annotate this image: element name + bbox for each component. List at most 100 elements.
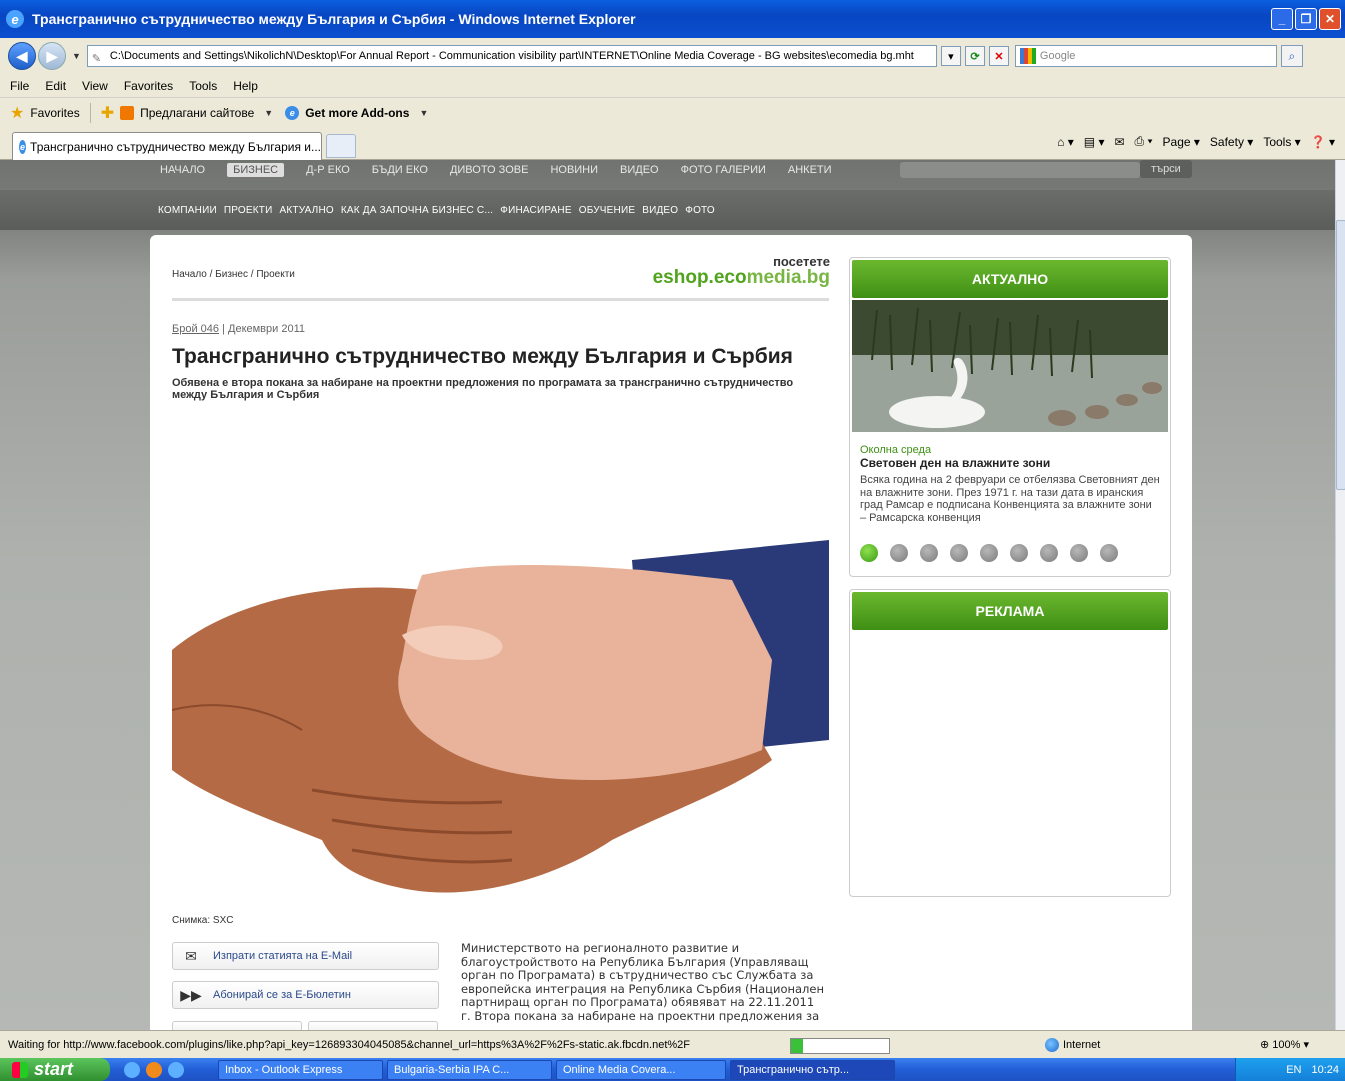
web-viewport: НАЧАЛО БИЗНЕС Д-Р ЕКО БЪДИ ЕКО ДИВОТО ЗО…: [0, 160, 1335, 1030]
menu-file[interactable]: File: [10, 79, 29, 93]
favorites-star-icon: ★: [10, 105, 25, 122]
print-icon[interactable]: ⎙ ▾: [1135, 134, 1153, 149]
slider-dot[interactable]: [950, 544, 968, 562]
slider-dot[interactable]: [1070, 544, 1088, 562]
envelope-icon: ✉: [185, 947, 197, 964]
safety-menu[interactable]: Safety ▾: [1210, 135, 1253, 149]
menu-tools[interactable]: Tools: [189, 79, 217, 93]
forward-button[interactable]: ▶: [38, 42, 66, 70]
subnav-start-business[interactable]: КАК ДА ЗАПОЧНА БИЗНЕС С...: [341, 205, 493, 216]
slider-dot[interactable]: [980, 544, 998, 562]
nav-business[interactable]: БИЗНЕС: [227, 163, 285, 177]
subnav-training[interactable]: ОБУЧЕНИЕ: [579, 205, 635, 216]
issue-link[interactable]: Брой 046: [172, 323, 219, 335]
slider-dot[interactable]: [1040, 544, 1058, 562]
address-input[interactable]: ✎ C:\Documents and Settings\NikolichN\De…: [86, 45, 937, 67]
favorites-bar: ★ Favorites ✚ Предлагани сайтове ▼ e Get…: [0, 98, 1345, 128]
start-button[interactable]: start: [0, 1058, 110, 1081]
address-dropdown-button[interactable]: ▾: [940, 46, 961, 66]
subnav-financing[interactable]: ФИНАСИРАНЕ: [500, 205, 571, 216]
quick-launch: [124, 1061, 214, 1078]
get-addons-link[interactable]: Get more Add-ons: [305, 106, 409, 120]
aktualno-category[interactable]: Околна среда: [860, 444, 1160, 456]
nav-polls[interactable]: АНКЕТИ: [788, 164, 832, 176]
menu-edit[interactable]: Edit: [45, 79, 66, 93]
subnav-video[interactable]: ВИДЕО: [642, 205, 678, 216]
stop-button[interactable]: ✕: [988, 46, 1009, 66]
help-icon[interactable]: ❓ ▾: [1311, 135, 1335, 149]
nav-photo-gallery[interactable]: ФОТО ГАЛЕРИИ: [681, 164, 766, 176]
nav-wild[interactable]: ДИВОТО ЗОВЕ: [450, 164, 528, 176]
share-button-1[interactable]: [172, 1021, 302, 1030]
subscribe-button[interactable]: ▶▶ Абонирай се за Е-Бюлетин: [172, 981, 439, 1009]
menu-view[interactable]: View: [82, 79, 108, 93]
task-outlook[interactable]: Inbox - Outlook Express: [218, 1059, 383, 1080]
chevron-down-icon[interactable]: ▼: [419, 108, 428, 118]
suggested-sites-link[interactable]: Предлагани сайтове: [140, 106, 254, 120]
chevron-down-icon[interactable]: ▼: [264, 108, 273, 118]
nav-home[interactable]: НАЧАЛО: [160, 164, 205, 176]
email-article-button[interactable]: ✉ Изпрати статията на E-Mail: [172, 942, 439, 970]
slider-dot[interactable]: [860, 544, 878, 562]
mail-icon[interactable]: ✉: [1114, 135, 1124, 149]
nav-news[interactable]: НОВИНИ: [550, 164, 598, 176]
task-chrome[interactable]: Bulgaria-Serbia IPA C...: [387, 1059, 552, 1080]
subnav-photo[interactable]: ФОТО: [685, 205, 715, 216]
ie-quicklaunch-icon[interactable]: [124, 1061, 140, 1078]
nav-dr-eco[interactable]: Д-Р ЕКО: [306, 164, 350, 176]
home-icon[interactable]: ⌂ ▾: [1057, 135, 1074, 149]
language-indicator[interactable]: EN: [1286, 1064, 1301, 1076]
start-label: start: [34, 1059, 74, 1079]
task-folder[interactable]: Online Media Covera...: [556, 1059, 726, 1080]
refresh-button[interactable]: ⟳: [964, 46, 985, 66]
google-icon: [1019, 48, 1036, 64]
nav-video[interactable]: ВИДЕО: [620, 164, 659, 176]
subnav-current[interactable]: АКТУАЛНО: [280, 205, 334, 216]
favorites-button[interactable]: Favorites: [30, 106, 79, 120]
slider-dot[interactable]: [1010, 544, 1028, 562]
ie-quicklaunch-icon-2[interactable]: [168, 1061, 184, 1078]
subnav-projects[interactable]: ПРОЕКТИ: [224, 205, 273, 216]
slider-dot[interactable]: [1100, 544, 1118, 562]
slider-dot[interactable]: [920, 544, 938, 562]
site-search-button[interactable]: търси: [1140, 160, 1192, 178]
eshop-banner[interactable]: посетете eshop.ecomedia.bg: [650, 255, 830, 288]
tools-menu[interactable]: Tools ▾: [1263, 135, 1300, 149]
page-menu[interactable]: Page ▾: [1163, 135, 1200, 149]
new-tab-button[interactable]: [326, 134, 356, 158]
scrollbar-thumb[interactable]: [1336, 220, 1345, 490]
vertical-scrollbar[interactable]: [1335, 160, 1345, 1030]
subnav-companies[interactable]: КОМПАНИИ: [158, 205, 217, 216]
back-button[interactable]: ◀: [8, 42, 36, 70]
search-placeholder: Google: [1039, 50, 1076, 62]
share-button-2[interactable]: [308, 1021, 438, 1030]
close-button[interactable]: ✕: [1319, 8, 1341, 30]
zoom-control[interactable]: ⊕ 100% ▾: [1260, 1038, 1309, 1051]
window-title-bar: e Трансгранично сътрудничество между Бъл…: [0, 0, 1345, 38]
search-button[interactable]: ⌕: [1280, 45, 1303, 67]
search-input[interactable]: Google: [1014, 45, 1277, 67]
site-search-input[interactable]: [900, 162, 1140, 178]
issue-date: Декември 2011: [228, 323, 305, 335]
separator: [89, 103, 91, 123]
menu-help[interactable]: Help: [233, 79, 258, 93]
add-favorite-icon[interactable]: ✚: [101, 103, 114, 123]
breadcrumb[interactable]: Начало / Бизнес / Проекти: [172, 269, 295, 280]
window-title: Трансгранично сътрудничество между Бълга…: [32, 11, 636, 27]
feeds-icon[interactable]: ▤ ▾: [1084, 135, 1105, 149]
task-ie[interactable]: Трансгранично сътр...: [730, 1059, 895, 1080]
history-dropdown-icon[interactable]: ▼: [72, 51, 81, 61]
firefox-quicklaunch-icon[interactable]: [146, 1061, 162, 1078]
status-message: Waiting for http://www.facebook.com/plug…: [8, 1038, 690, 1051]
browser-tab[interactable]: e Трансгранично сътрудничество между Бъл…: [12, 132, 322, 160]
swan-photo[interactable]: [852, 300, 1168, 432]
slider-dot[interactable]: [890, 544, 908, 562]
minimize-button[interactable]: _: [1271, 8, 1293, 30]
menu-favorites[interactable]: Favorites: [124, 79, 173, 93]
restore-button[interactable]: ❐: [1295, 8, 1317, 30]
aktualno-headline[interactable]: Световен ден на влажните зони: [860, 456, 1160, 470]
nav-badi-eco[interactable]: БЪДИ ЕКО: [372, 164, 428, 176]
ie-addons-icon: e: [285, 106, 300, 120]
aktualno-text: Всяка година на 2 февруари се отбелязва …: [860, 474, 1160, 524]
slider-dots: [860, 544, 1160, 562]
